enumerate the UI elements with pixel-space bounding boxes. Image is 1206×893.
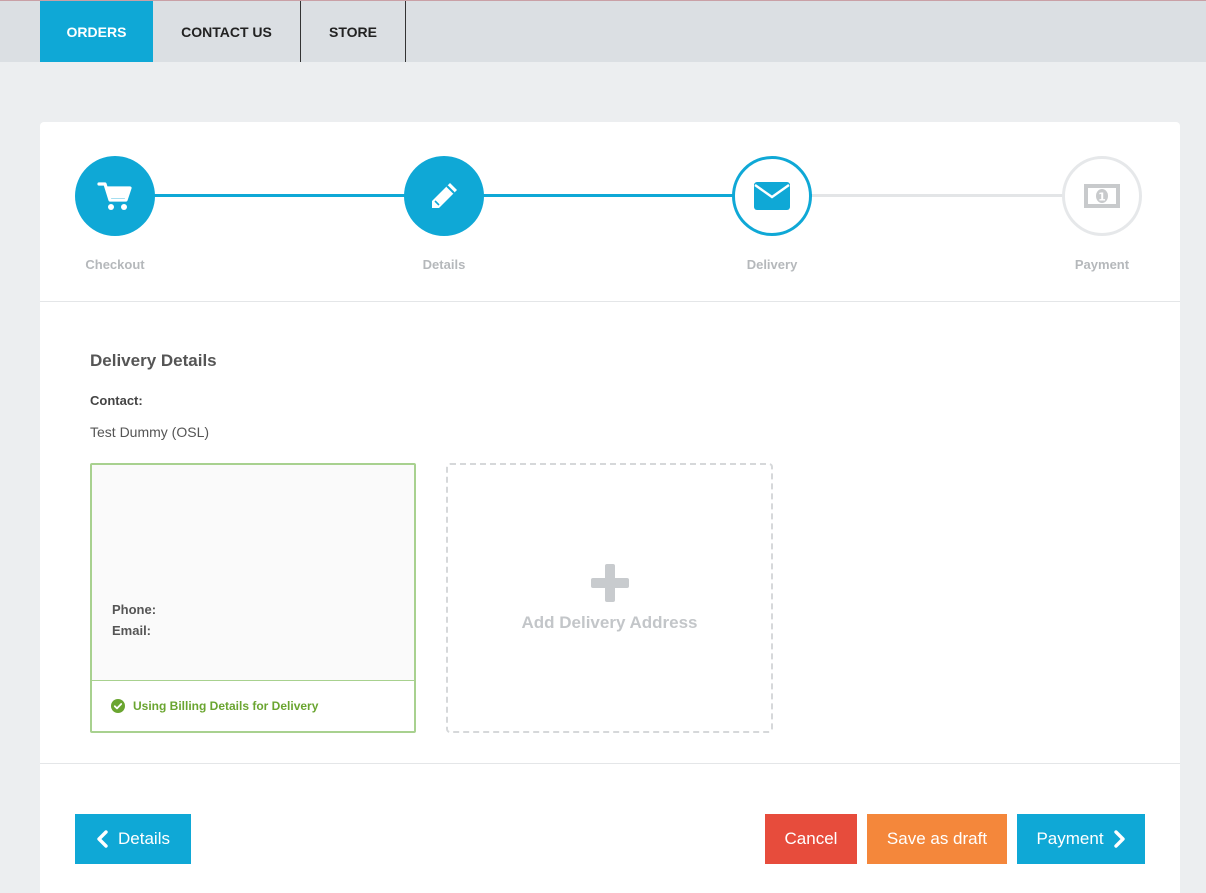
add-delivery-address-button[interactable]: Add Delivery Address: [446, 463, 773, 733]
tab-contact-us[interactable]: CONTACT US: [153, 1, 301, 62]
next-payment-button[interactable]: Payment: [1017, 814, 1145, 864]
cart-icon: [97, 182, 132, 210]
check-circle-icon: [111, 699, 125, 713]
billing-status-text: Using Billing Details for Delivery: [133, 699, 319, 713]
step-connector-3: [812, 194, 1102, 197]
step-delivery[interactable]: [732, 156, 812, 236]
billing-address-card[interactable]: Phone: Email: Using Billing Details for …: [90, 463, 416, 733]
money-icon: 1: [1084, 184, 1120, 208]
step-details[interactable]: [404, 156, 484, 236]
email-label: Email:: [112, 623, 152, 638]
next-payment-label: Payment: [1036, 829, 1104, 848]
contact-value: Test Dummy (OSL): [90, 424, 210, 440]
step-label-checkout: Checkout: [85, 257, 145, 272]
cancel-label: Cancel: [784, 829, 838, 848]
save-draft-button[interactable]: Save as draft: [867, 814, 1007, 864]
step-label-delivery: Delivery: [746, 257, 798, 272]
top-nav: ORDERS CONTACT US STORE: [0, 0, 1206, 62]
back-details-button[interactable]: Details: [75, 814, 191, 864]
footer-divider: [40, 763, 1180, 764]
chevron-left-icon: [97, 830, 108, 848]
step-checkout[interactable]: [75, 156, 155, 236]
plus-icon: [590, 564, 629, 602]
svg-text:1: 1: [1098, 191, 1106, 204]
progress-stepper: Checkout Details Delivery 1 Payment: [40, 122, 1180, 302]
save-draft-label: Save as draft: [886, 829, 988, 848]
add-delivery-address-label: Add Delivery Address: [521, 613, 698, 632]
step-label-payment: Payment: [1074, 257, 1130, 272]
contact-label: Contact:: [90, 393, 143, 408]
pencil-icon: [432, 183, 457, 208]
section-title: Delivery Details: [90, 351, 217, 370]
phone-label: Phone:: [112, 602, 157, 617]
cancel-button[interactable]: Cancel: [765, 814, 857, 864]
address-card-footer: Using Billing Details for Delivery: [92, 680, 414, 731]
tab-store[interactable]: STORE: [301, 1, 406, 62]
back-details-label: Details: [118, 829, 170, 848]
checkout-card: Checkout Details Delivery 1 Payment Deli…: [40, 122, 1180, 893]
tab-orders[interactable]: ORDERS: [40, 1, 153, 62]
chevron-right-icon: [1113, 830, 1125, 848]
step-payment[interactable]: 1: [1062, 156, 1142, 236]
envelope-icon: [754, 182, 790, 210]
step-label-details: Details: [422, 257, 466, 272]
